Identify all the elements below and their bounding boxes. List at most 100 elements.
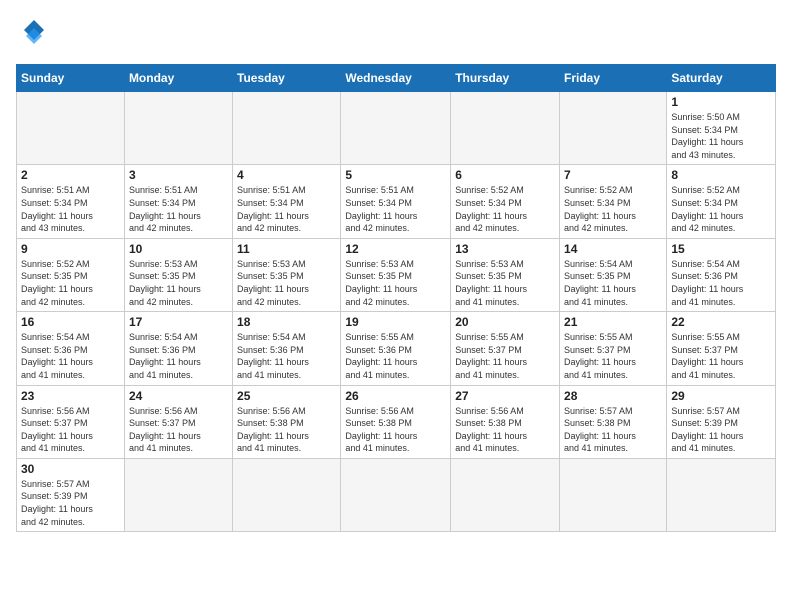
calendar-body: 1Sunrise: 5:50 AM Sunset: 5:34 PM Daylig… — [17, 92, 776, 532]
day-info: Sunrise: 5:52 AM Sunset: 5:34 PM Dayligh… — [671, 184, 771, 234]
day-number: 29 — [671, 389, 771, 403]
day-info: Sunrise: 5:53 AM Sunset: 5:35 PM Dayligh… — [237, 258, 336, 308]
calendar-day-cell: 5Sunrise: 5:51 AM Sunset: 5:34 PM Daylig… — [341, 165, 451, 238]
day-number: 10 — [129, 242, 228, 256]
day-info: Sunrise: 5:56 AM Sunset: 5:38 PM Dayligh… — [345, 405, 446, 455]
day-number: 27 — [455, 389, 555, 403]
day-number: 12 — [345, 242, 446, 256]
day-number: 30 — [21, 462, 120, 476]
weekday-header-row: SundayMondayTuesdayWednesdayThursdayFrid… — [17, 65, 776, 92]
day-number: 18 — [237, 315, 336, 329]
calendar-day-cell: 11 Sunrise: 5:53 AM Sunset: 5:35 PM Dayli… — [233, 238, 341, 311]
logo — [16, 16, 56, 52]
calendar-day-cell — [667, 458, 776, 531]
calendar-day-cell: 30 Sunrise: 5:57 AM Sunset: 5:39 PM Dayli… — [17, 458, 125, 531]
weekday-header-cell: Friday — [560, 65, 667, 92]
day-number: 13 — [455, 242, 555, 256]
day-info: Sunrise: 5:52 AM Sunset: 5:34 PM Dayligh… — [564, 184, 662, 234]
calendar-day-cell — [560, 92, 667, 165]
calendar-day-cell — [341, 458, 451, 531]
weekday-header-cell: Wednesday — [341, 65, 451, 92]
day-info: Sunrise: 5:54 AM Sunset: 5:36 PM Dayligh… — [21, 331, 120, 381]
day-info: Sunrise: 5:57 AM Sunset: 5:39 PM Dayligh… — [21, 478, 120, 528]
day-info: Sunrise: 5:55 AM Sunset: 5:37 PM Dayligh… — [671, 331, 771, 381]
day-info: Sunrise: 5:56 AM Sunset: 5:37 PM Dayligh… — [21, 405, 120, 455]
calendar-day-cell: 18 Sunrise: 5:54 AM Sunset: 5:36 PM Dayli… — [233, 312, 341, 385]
calendar-table: SundayMondayTuesdayWednesdayThursdayFrid… — [16, 64, 776, 532]
day-info: Sunrise: 5:53 AM Sunset: 5:35 PM Dayligh… — [455, 258, 555, 308]
calendar-day-cell: 15Sunrise: 5:54 AM Sunset: 5:36 PM Dayli… — [667, 238, 776, 311]
day-info: Sunrise: 5:54 AM Sunset: 5:36 PM Dayligh… — [671, 258, 771, 308]
calendar-day-cell: 9Sunrise: 5:52 AM Sunset: 5:35 PM Daylig… — [17, 238, 125, 311]
day-info: Sunrise: 5:51 AM Sunset: 5:34 PM Dayligh… — [129, 184, 228, 234]
calendar-day-cell: 2Sunrise: 5:51 AM Sunset: 5:34 PM Daylig… — [17, 165, 125, 238]
calendar-day-cell: 24Sunrise: 5:56 AM Sunset: 5:37 PM Dayli… — [124, 385, 232, 458]
day-info: Sunrise: 5:55 AM Sunset: 5:36 PM Dayligh… — [345, 331, 446, 381]
day-number: 4 — [237, 168, 336, 182]
day-info: Sunrise: 5:53 AM Sunset: 5:35 PM Dayligh… — [129, 258, 228, 308]
calendar-day-cell: 25Sunrise: 5:56 AM Sunset: 5:38 PM Dayli… — [233, 385, 341, 458]
calendar-day-cell — [560, 458, 667, 531]
logo-icon — [16, 16, 52, 52]
calendar-week-row: 23 Sunrise: 5:56 AM Sunset: 5:37 PM Dayli… — [17, 385, 776, 458]
day-number: 24 — [129, 389, 228, 403]
day-info: Sunrise: 5:57 AM Sunset: 5:38 PM Dayligh… — [564, 405, 662, 455]
day-info: Sunrise: 5:56 AM Sunset: 5:38 PM Dayligh… — [455, 405, 555, 455]
calendar-day-cell: 21 Sunrise: 5:55 AM Sunset: 5:37 PM Dayli… — [560, 312, 667, 385]
day-info: Sunrise: 5:54 AM Sunset: 5:36 PM Dayligh… — [237, 331, 336, 381]
day-number: 19 — [345, 315, 446, 329]
calendar-day-cell: 23 Sunrise: 5:56 AM Sunset: 5:37 PM Dayli… — [17, 385, 125, 458]
calendar-week-row: 1Sunrise: 5:50 AM Sunset: 5:34 PM Daylig… — [17, 92, 776, 165]
day-info: Sunrise: 5:51 AM Sunset: 5:34 PM Dayligh… — [237, 184, 336, 234]
weekday-header-cell: Sunday — [17, 65, 125, 92]
day-number: 14 — [564, 242, 662, 256]
calendar-day-cell: 4 Sunrise: 5:51 AM Sunset: 5:34 PM Daylig… — [233, 165, 341, 238]
day-number: 22 — [671, 315, 771, 329]
calendar-day-cell — [451, 458, 560, 531]
day-number: 6 — [455, 168, 555, 182]
calendar-day-cell — [17, 92, 125, 165]
day-info: Sunrise: 5:52 AM Sunset: 5:34 PM Dayligh… — [455, 184, 555, 234]
calendar-week-row: 9Sunrise: 5:52 AM Sunset: 5:35 PM Daylig… — [17, 238, 776, 311]
day-info: Sunrise: 5:55 AM Sunset: 5:37 PM Dayligh… — [455, 331, 555, 381]
day-info: Sunrise: 5:53 AM Sunset: 5:35 PM Dayligh… — [345, 258, 446, 308]
calendar-day-cell: 22 Sunrise: 5:55 AM Sunset: 5:37 PM Dayli… — [667, 312, 776, 385]
calendar-day-cell: 29 Sunrise: 5:57 AM Sunset: 5:39 PM Dayli… — [667, 385, 776, 458]
day-info: Sunrise: 5:52 AM Sunset: 5:35 PM Dayligh… — [21, 258, 120, 308]
calendar-week-row: 30 Sunrise: 5:57 AM Sunset: 5:39 PM Dayli… — [17, 458, 776, 531]
calendar-day-cell — [233, 92, 341, 165]
day-info: Sunrise: 5:54 AM Sunset: 5:36 PM Dayligh… — [129, 331, 228, 381]
day-number: 16 — [21, 315, 120, 329]
day-number: 28 — [564, 389, 662, 403]
day-info: Sunrise: 5:54 AM Sunset: 5:35 PM Dayligh… — [564, 258, 662, 308]
day-info: Sunrise: 5:51 AM Sunset: 5:34 PM Dayligh… — [345, 184, 446, 234]
calendar-day-cell: 28 Sunrise: 5:57 AM Sunset: 5:38 PM Dayli… — [560, 385, 667, 458]
day-number: 21 — [564, 315, 662, 329]
calendar-day-cell: 14 Sunrise: 5:54 AM Sunset: 5:35 PM Dayli… — [560, 238, 667, 311]
day-number: 23 — [21, 389, 120, 403]
calendar-day-cell: 20Sunrise: 5:55 AM Sunset: 5:37 PM Dayli… — [451, 312, 560, 385]
day-info: Sunrise: 5:55 AM Sunset: 5:37 PM Dayligh… — [564, 331, 662, 381]
calendar-week-row: 16 Sunrise: 5:54 AM Sunset: 5:36 PM Dayli… — [17, 312, 776, 385]
calendar-day-cell: 6 Sunrise: 5:52 AM Sunset: 5:34 PM Daylig… — [451, 165, 560, 238]
page-header — [16, 16, 776, 52]
weekday-header-cell: Saturday — [667, 65, 776, 92]
calendar-day-cell — [341, 92, 451, 165]
calendar-day-cell: 16 Sunrise: 5:54 AM Sunset: 5:36 PM Dayli… — [17, 312, 125, 385]
day-info: Sunrise: 5:56 AM Sunset: 5:38 PM Dayligh… — [237, 405, 336, 455]
day-number: 1 — [671, 95, 771, 109]
day-number: 8 — [671, 168, 771, 182]
calendar-day-cell — [233, 458, 341, 531]
calendar-day-cell: 3Sunrise: 5:51 AM Sunset: 5:34 PM Daylig… — [124, 165, 232, 238]
day-info: Sunrise: 5:51 AM Sunset: 5:34 PM Dayligh… — [21, 184, 120, 234]
calendar-week-row: 2Sunrise: 5:51 AM Sunset: 5:34 PM Daylig… — [17, 165, 776, 238]
calendar-day-cell: 1Sunrise: 5:50 AM Sunset: 5:34 PM Daylig… — [667, 92, 776, 165]
day-info: Sunrise: 5:57 AM Sunset: 5:39 PM Dayligh… — [671, 405, 771, 455]
calendar-day-cell: 17Sunrise: 5:54 AM Sunset: 5:36 PM Dayli… — [124, 312, 232, 385]
calendar-day-cell: 10 Sunrise: 5:53 AM Sunset: 5:35 PM Dayli… — [124, 238, 232, 311]
calendar-day-cell — [451, 92, 560, 165]
weekday-header-cell: Tuesday — [233, 65, 341, 92]
calendar-day-cell: 26Sunrise: 5:56 AM Sunset: 5:38 PM Dayli… — [341, 385, 451, 458]
day-number: 11 — [237, 242, 336, 256]
day-number: 7 — [564, 168, 662, 182]
